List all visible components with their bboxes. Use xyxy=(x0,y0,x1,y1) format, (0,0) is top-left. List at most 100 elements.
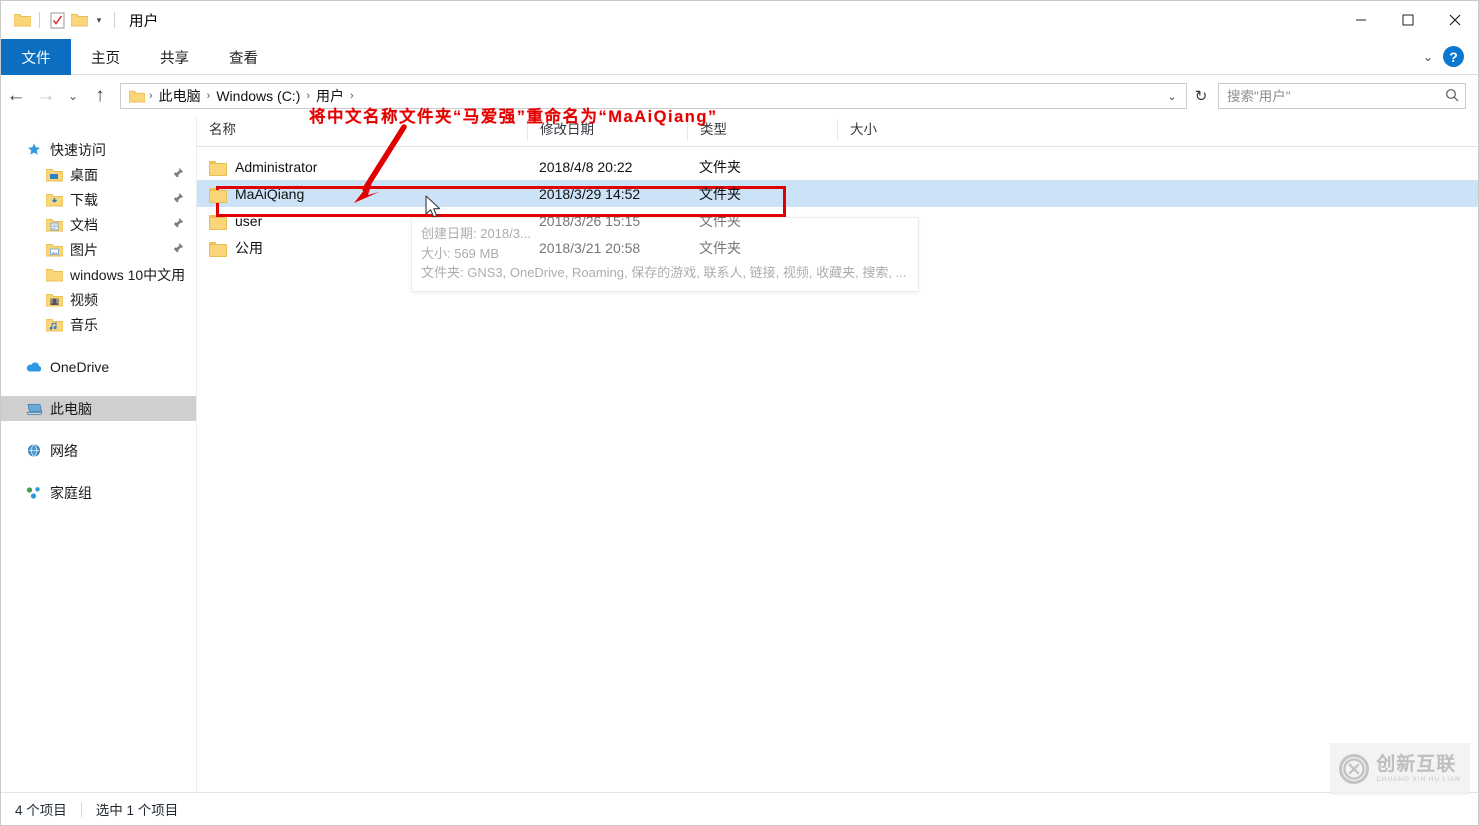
pin-icon[interactable] xyxy=(172,217,184,232)
sidebar-label: 网络 xyxy=(50,442,78,459)
computer-icon xyxy=(25,400,43,418)
sidebar-item-onedrive[interactable]: OneDrive xyxy=(1,354,196,379)
file-name-cell: Administrator xyxy=(197,158,527,176)
recent-locations-icon[interactable]: ⌄ xyxy=(61,80,85,112)
watermark-en: CHUANG XIN HU LIAN xyxy=(1376,775,1461,783)
sidebar-label: windows 10中文用 xyxy=(70,266,186,283)
search-box[interactable] xyxy=(1218,83,1466,109)
pin-icon[interactable] xyxy=(172,167,184,182)
star-pin-icon xyxy=(25,141,43,159)
window-title: 用户 xyxy=(129,13,159,30)
address-bar-row: ← → ⌄ ↑ › 此电脑 › Windows (C:) › 用户 › ⌄ ↻ xyxy=(1,76,1478,116)
close-button[interactable] xyxy=(1431,1,1478,39)
sidebar-label: 音乐 xyxy=(70,316,98,333)
sidebar-label: 图片 xyxy=(70,241,98,258)
file-type: 文件夹 xyxy=(699,158,741,175)
back-button[interactable]: ← xyxy=(1,80,31,112)
sidebar-item-windows10-chinese[interactable]: windows 10中文用 xyxy=(1,262,196,287)
music-folder-icon xyxy=(45,316,63,334)
file-date: 2018/4/8 20:22 xyxy=(539,158,633,175)
up-button[interactable]: ↑ xyxy=(85,80,115,112)
breadcrumb-sep-3[interactable]: › xyxy=(349,90,355,102)
refresh-button[interactable]: ↻ xyxy=(1187,83,1215,109)
file-list-pane: 名称 修改日期 类型 大小 Administrator 2018/4/8 20:… xyxy=(197,117,1478,792)
watermark-cn: 创新互联 xyxy=(1376,753,1457,775)
tab-share[interactable]: 共享 xyxy=(140,39,209,75)
sidebar-item-music[interactable]: 音乐 xyxy=(1,312,196,337)
file-name: 公用 xyxy=(235,239,263,256)
sidebar-label: 家庭组 xyxy=(50,484,92,501)
table-row[interactable]: 公用 2018/3/21 20:58 文件夹 xyxy=(197,234,1478,261)
toolbar-divider xyxy=(39,12,40,28)
sidebar-label: 视频 xyxy=(70,291,98,308)
file-explorer-window: ▾ 用户 文件 主页 共享 查看 ⌄ ? ← → ⌄ ↑ › 此电脑 › Win… xyxy=(0,0,1479,826)
sidebar-item-homegroup[interactable]: 家庭组 xyxy=(1,480,196,505)
search-input[interactable] xyxy=(1227,88,1445,104)
sidebar-item-downloads[interactable]: 下载 xyxy=(1,187,196,212)
watermark: 创新互联 CHUANG XIN HU LIAN xyxy=(1330,743,1470,795)
help-icon[interactable]: ? xyxy=(1443,46,1464,67)
title-bar: ▾ 用户 xyxy=(1,1,1478,39)
downloads-folder-icon xyxy=(45,191,63,209)
table-row[interactable]: Administrator 2018/4/8 20:22 文件夹 xyxy=(197,153,1478,180)
sidebar-item-this-pc[interactable]: 此电脑 xyxy=(1,396,196,421)
address-dropdown-icon[interactable]: ⌄ xyxy=(1160,84,1184,108)
folder-icon xyxy=(45,266,63,284)
file-type: 文件夹 xyxy=(699,185,741,202)
file-name-cell: user xyxy=(197,213,527,230)
cloud-icon xyxy=(25,358,43,376)
column-header-size[interactable]: 大小 xyxy=(837,119,937,141)
tab-view[interactable]: 查看 xyxy=(209,39,278,75)
watermark-logo-icon xyxy=(1339,754,1370,784)
sidebar-item-pictures[interactable]: 图片 xyxy=(1,237,196,262)
quick-access-dropdown-icon[interactable]: ▾ xyxy=(90,9,108,31)
sidebar-label: 下载 xyxy=(70,191,98,208)
ribbon-right-controls: ⌄ ? xyxy=(1423,39,1478,74)
quick-access-toolbar: ▾ 用户 xyxy=(1,8,158,32)
file-type: 文件夹 xyxy=(699,212,741,229)
folder-icon[interactable] xyxy=(11,8,33,32)
sidebar-item-quick-access[interactable]: 快速访问 xyxy=(1,137,196,162)
forward-button[interactable]: → xyxy=(31,80,61,112)
ribbon-tabs: 文件 主页 共享 查看 ⌄ ? xyxy=(1,39,1478,75)
properties-icon[interactable] xyxy=(46,8,68,32)
maximize-button[interactable] xyxy=(1384,1,1431,39)
pin-icon[interactable] xyxy=(172,192,184,207)
videos-folder-icon xyxy=(45,291,63,309)
new-folder-icon[interactable] xyxy=(68,8,90,32)
breadcrumb-folder-icon[interactable] xyxy=(127,90,148,103)
table-row[interactable]: user 2018/3/26 15:15 文件夹 xyxy=(197,207,1478,234)
sidebar-item-videos[interactable]: 视频 xyxy=(1,287,196,312)
expand-ribbon-icon[interactable]: ⌄ xyxy=(1423,50,1433,64)
pin-icon[interactable] xyxy=(172,242,184,257)
folder-icon xyxy=(209,187,227,203)
file-date: 2018/3/21 20:58 xyxy=(539,239,641,256)
sidebar-label: 快速访问 xyxy=(50,141,106,158)
sidebar-label: 桌面 xyxy=(70,166,98,183)
file-rows: Administrator 2018/4/8 20:22 文件夹 MaAiQia… xyxy=(197,147,1478,261)
status-divider xyxy=(80,801,82,817)
search-icon[interactable] xyxy=(1445,88,1459,105)
sidebar-item-desktop[interactable]: 桌面 xyxy=(1,162,196,187)
status-bar: 4 个项目 选中 1 个项目 xyxy=(1,792,1478,825)
tab-home[interactable]: 主页 xyxy=(71,39,140,75)
network-icon xyxy=(25,442,43,460)
sidebar-item-documents[interactable]: 文档 xyxy=(1,212,196,237)
table-row[interactable]: MaAiQiang 2018/3/29 14:52 文件夹 xyxy=(197,180,1478,207)
tooltip-folders: 文件夹: GNS3, OneDrive, Roaming, 保存的游戏, 联系人… xyxy=(421,265,907,280)
file-name: Administrator xyxy=(235,158,318,175)
minimize-button[interactable] xyxy=(1337,1,1384,39)
sidebar-item-network[interactable]: 网络 xyxy=(1,438,196,463)
sidebar-label: OneDrive xyxy=(50,358,110,375)
explorer-body: 快速访问 桌面 下载 文档 图片 windows 10中文用 视频 音乐 One… xyxy=(1,117,1478,792)
sidebar-label: 此电脑 xyxy=(50,400,92,417)
breadcrumb-item-windows-c[interactable]: Windows (C:) xyxy=(211,86,305,106)
tab-file[interactable]: 文件 xyxy=(1,39,71,75)
homegroup-icon xyxy=(25,484,43,502)
file-date: 2018/3/26 15:15 xyxy=(539,212,641,229)
breadcrumb-item-this-pc[interactable]: 此电脑 xyxy=(154,84,206,108)
folder-icon xyxy=(209,160,227,176)
